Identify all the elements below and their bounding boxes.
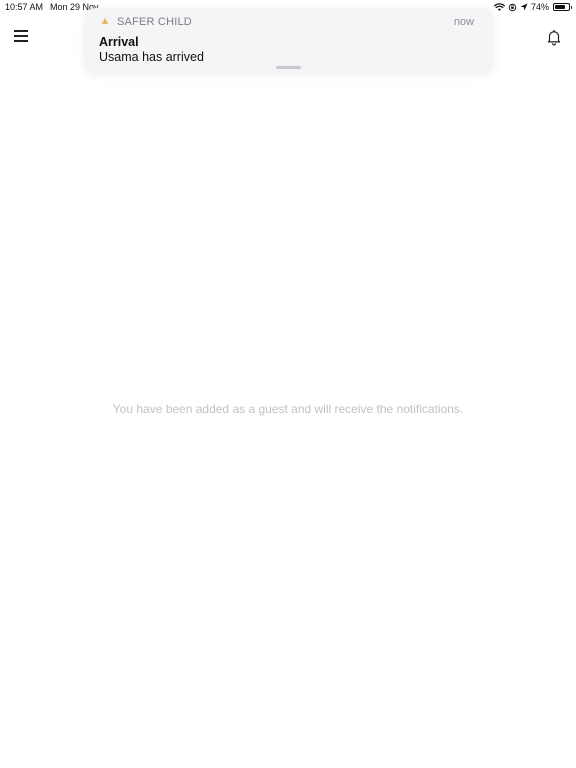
hamburger-menu-icon[interactable] [13, 30, 29, 44]
notification-app-name: SAFER CHILD [117, 16, 192, 28]
screen-lock-rotation-icon [508, 3, 517, 11]
status-right: 74% [494, 1, 572, 13]
notification-time: now [453, 16, 474, 28]
empty-state-message: You have been added as a guest and will … [112, 402, 464, 416]
wifi-icon [494, 2, 505, 11]
status-time: 10:57 AM [5, 2, 44, 12]
notification-body: Usama has arrived [99, 50, 204, 64]
safer-child-app-icon [101, 17, 109, 24]
bell-icon[interactable] [545, 28, 563, 46]
status-left: 10:57 AM Mon 29 Nov [5, 2, 99, 12]
notification-title: Arrival [99, 35, 139, 49]
app-screen: 10:57 AM Mon 29 Nov 74% SAFER CHILD now … [0, 0, 576, 768]
battery-percent: 74% [530, 2, 549, 12]
location-arrow-icon [520, 3, 528, 11]
notification-drag-handle[interactable] [276, 66, 301, 69]
battery-icon [553, 3, 572, 11]
notification-banner[interactable]: SAFER CHILD now Arrival Usama has arrive… [84, 8, 494, 74]
battery-fill [555, 5, 565, 9]
